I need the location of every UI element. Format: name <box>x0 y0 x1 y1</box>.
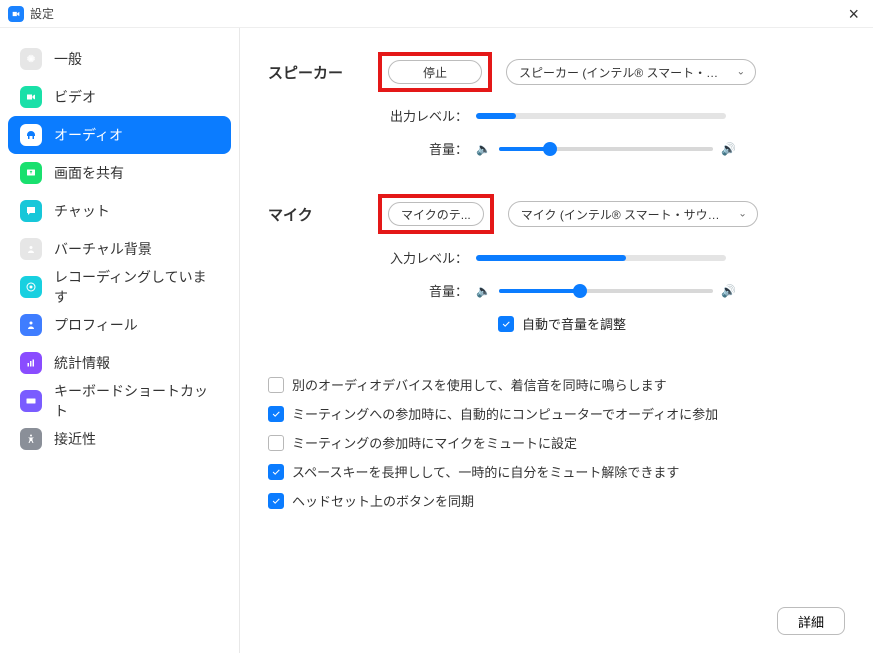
speaker-test-highlight: 停止 <box>378 52 492 92</box>
sidebar-item-video[interactable]: ビデオ <box>8 78 231 116</box>
mic-input-meter <box>476 255 726 261</box>
sidebar-item-label: ビデオ <box>54 87 96 107</box>
sidebar-item-stats[interactable]: 統計情報 <box>8 344 231 382</box>
audio-options: 別のオーディオデバイスを使用して、着信音を同時に鳴らします ミーティングへの参加… <box>268 375 845 510</box>
speaker-high-icon: 🔊 <box>721 142 736 156</box>
speaker-low-icon: 🔈 <box>476 284 491 298</box>
accessibility-icon <box>20 428 42 450</box>
speaker-volume-slider[interactable] <box>499 147 713 151</box>
sidebar-item-label: バーチャル背景 <box>54 239 152 259</box>
sidebar-item-label: 接近性 <box>54 429 96 449</box>
mic-label: マイク <box>268 204 378 225</box>
sidebar-item-chat[interactable]: チャット <box>8 192 231 230</box>
stats-icon <box>20 352 42 374</box>
window-title: 設定 <box>30 5 54 22</box>
speaker-volume-label: 音量： <box>378 139 468 158</box>
advanced-button[interactable]: 詳細 <box>777 607 845 635</box>
mic-section: マイク マイクのテ... マイク (インテル® スマート・サウ… ⌄ 入力レベル… <box>268 194 845 333</box>
sidebar-item-profile[interactable]: プロフィール <box>8 306 231 344</box>
mic-dropdown[interactable]: マイク (インテル® スマート・サウ… ⌄ <box>508 201 758 227</box>
content: スピーカー 停止 スピーカー (インテル® スマート・… ⌄ 出力レベル： <box>240 28 873 653</box>
chevron-down-icon: ⌄ <box>737 67 745 78</box>
sidebar-item-label: プロフィール <box>54 315 138 335</box>
auto-adjust-label: 自動で音量を調整 <box>522 314 626 333</box>
sidebar-item-label: チャット <box>54 201 110 221</box>
sidebar-item-label: 画面を共有 <box>54 163 124 183</box>
app-icon <box>8 6 24 22</box>
mute-on-join-checkbox[interactable] <box>268 435 284 451</box>
sidebar-item-label: キーボードショートカット <box>54 381 219 421</box>
sidebar-item-accessibility[interactable]: 接近性 <box>8 420 231 458</box>
sidebar-item-virtual-bg[interactable]: バーチャル背景 <box>8 230 231 268</box>
sidebar-item-label: 一般 <box>54 49 82 69</box>
chat-icon <box>20 200 42 222</box>
profile-icon <box>20 314 42 336</box>
video-icon <box>20 86 42 108</box>
sidebar-item-general[interactable]: 一般 <box>8 40 231 78</box>
ring-separate-checkbox[interactable] <box>268 377 284 393</box>
sidebar-item-audio[interactable]: オーディオ <box>8 116 231 154</box>
speaker-label: スピーカー <box>268 62 378 83</box>
auto-join-checkbox[interactable] <box>268 406 284 422</box>
close-icon[interactable]: × <box>842 3 865 25</box>
body: 一般 ビデオ オーディオ 画面を共有 <box>0 28 873 653</box>
sidebar-item-label: 統計情報 <box>54 353 110 373</box>
footer: 詳細 <box>268 607 845 635</box>
auto-join-label: ミーティングへの参加時に、自動的にコンピューターでオーディオに参加 <box>292 404 718 423</box>
sidebar-item-keyboard[interactable]: キーボードショートカット <box>8 382 231 420</box>
mic-volume-slider[interactable] <box>499 289 713 293</box>
sidebar: 一般 ビデオ オーディオ 画面を共有 <box>0 28 240 653</box>
speaker-dropdown[interactable]: スピーカー (インテル® スマート・… ⌄ <box>506 59 756 85</box>
settings-window: 設定 × 一般 ビデオ オーディオ <box>0 0 873 653</box>
titlebar: 設定 × <box>0 0 873 28</box>
speaker-low-icon: 🔈 <box>476 142 491 156</box>
speaker-section: スピーカー 停止 スピーカー (インテル® スマート・… ⌄ 出力レベル： <box>268 52 845 158</box>
speaker-test-button[interactable]: 停止 <box>388 60 482 84</box>
mic-test-highlight: マイクのテ... <box>378 194 494 234</box>
speaker-dropdown-value: スピーカー (インテル® スマート・… <box>519 64 718 81</box>
ring-separate-label: 別のオーディオデバイスを使用して、着信音を同時に鳴らします <box>292 375 667 394</box>
sidebar-item-share[interactable]: 画面を共有 <box>8 154 231 192</box>
sync-headset-label: ヘッドセット上のボタンを同期 <box>292 491 474 510</box>
space-unmute-label: スペースキーを長押しして、一時的に自分をミュート解除できます <box>292 462 679 481</box>
mic-test-button[interactable]: マイクのテ... <box>388 202 484 226</box>
mute-on-join-label: ミーティングの参加時にマイクをミュートに設定 <box>292 433 577 452</box>
sidebar-item-label: レコーディングしています <box>54 267 219 307</box>
speaker-output-meter <box>476 113 726 119</box>
recording-icon <box>20 276 42 298</box>
mic-volume-label: 音量： <box>378 281 468 300</box>
chevron-down-icon: ⌄ <box>738 209 746 220</box>
space-unmute-checkbox[interactable] <box>268 464 284 480</box>
sidebar-item-recording[interactable]: レコーディングしています <box>8 268 231 306</box>
mic-dropdown-value: マイク (インテル® スマート・サウ… <box>521 206 720 223</box>
sidebar-item-label: オーディオ <box>54 125 123 145</box>
sync-headset-checkbox[interactable] <box>268 493 284 509</box>
auto-adjust-checkbox[interactable] <box>498 316 514 332</box>
keyboard-icon <box>20 390 42 412</box>
share-icon <box>20 162 42 184</box>
output-level-label: 出力レベル： <box>378 106 468 125</box>
headphones-icon <box>20 124 42 146</box>
input-level-label: 入力レベル： <box>378 248 468 267</box>
speaker-high-icon: 🔊 <box>721 284 736 298</box>
gear-icon <box>20 48 42 70</box>
virtual-bg-icon <box>20 238 42 260</box>
